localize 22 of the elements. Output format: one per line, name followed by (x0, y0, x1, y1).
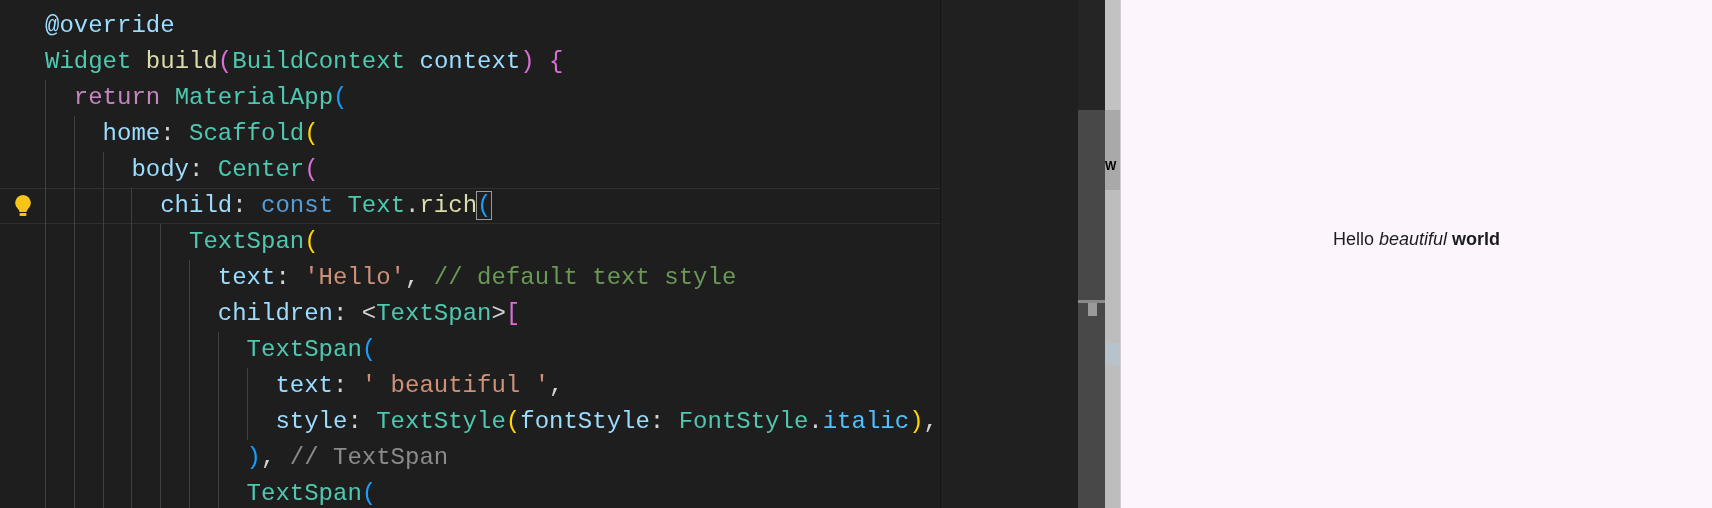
code-line: TextSpan( (246, 479, 377, 508)
scrollbar[interactable] (1078, 0, 1105, 508)
code-line: return MaterialApp( (73, 83, 348, 113)
lightbulb-icon[interactable] (13, 194, 32, 218)
code-line: child: const Text.rich( (160, 191, 492, 221)
code-line: body: Center( (131, 155, 319, 185)
code-line: text: ' beautiful ', (275, 371, 564, 401)
code-line: home: Scaffold( (102, 119, 319, 149)
code-line: TextSpan( (189, 227, 319, 257)
code-line: text: 'Hello', // default text style (217, 263, 737, 293)
code-editor[interactable] (0, 0, 940, 508)
preview-text: Hello beautiful world (1332, 227, 1501, 251)
code-line: @override (45, 11, 175, 41)
code-line: style: TextStyle(fontStyle: FontStyle.italic), (275, 407, 938, 437)
code-line: children: <TextSpan>[ (217, 299, 521, 329)
scrollbar-handle[interactable] (1088, 303, 1097, 316)
code-line: ), // TextSpan (246, 443, 449, 473)
scrollbar-marker (1078, 300, 1105, 303)
code-line: Widget build(BuildContext context) { (45, 47, 564, 77)
code-line: TextSpan( (246, 335, 377, 365)
cut-text: W (1105, 160, 1117, 172)
strip-highlight (1105, 343, 1120, 365)
